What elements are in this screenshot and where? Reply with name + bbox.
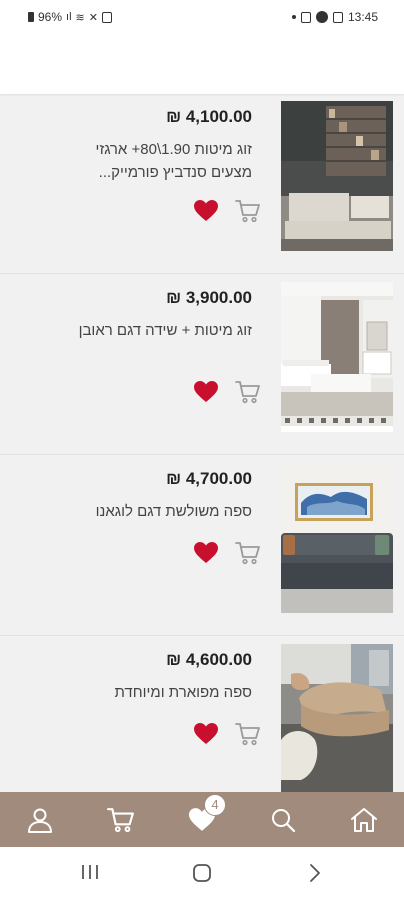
cart-icon — [107, 807, 135, 832]
product-price: ₪ 3,900.00 — [166, 288, 252, 307]
back-icon[interactable] — [308, 863, 322, 883]
product-image[interactable] — [281, 282, 393, 432]
status-right: 13:45 — [291, 10, 378, 24]
nav-account-button[interactable] — [20, 800, 60, 840]
product-price: ₪ 4,100.00 — [166, 107, 252, 126]
favorite-heart-icon[interactable] — [194, 381, 218, 403]
product-card[interactable]: ₪ 4,600.00 ספה מפוארת ומיוחדת — [0, 637, 404, 792]
app-header — [0, 36, 404, 94]
nav-search-button[interactable] — [263, 800, 303, 840]
product-title[interactable]: זוג מיטות 1.90\80+ ארגזי מצעים סנדביץ פו… — [52, 138, 252, 184]
sim-icon — [300, 11, 311, 23]
nfc-icon — [101, 11, 112, 23]
product-card[interactable]: ₪ 4,700.00 ספה משולשת דגם לוגאנו — [0, 456, 404, 636]
product-list[interactable]: ₪ 4,100.00 זוג מיטות 1.90\80+ ארגזי מצעי… — [0, 94, 404, 792]
clock: 13:45 — [347, 10, 378, 24]
nav-favorites-button[interactable]: 4 — [182, 793, 226, 840]
wifi-icon: ≋ — [75, 11, 85, 24]
add-to-cart-icon[interactable] — [235, 380, 261, 404]
status-bar: 96% ıl ≋ ✕ 13:45 — [0, 0, 404, 36]
product-price: ₪ 4,600.00 — [166, 650, 252, 669]
product-image[interactable] — [281, 644, 393, 792]
product-title[interactable]: ספה משולשת דגם לוגאנו — [52, 500, 252, 523]
nav-cart-button[interactable] — [101, 800, 141, 840]
search-icon — [271, 808, 295, 832]
home-button-icon[interactable] — [192, 863, 212, 883]
add-to-cart-icon[interactable] — [235, 541, 261, 565]
favorite-heart-icon[interactable] — [194, 723, 218, 745]
home-icon — [350, 807, 377, 832]
product-price: ₪ 4,700.00 — [166, 469, 252, 488]
battery-icon — [28, 12, 34, 22]
product-title[interactable]: ספה מפוארת ומיוחדת — [52, 681, 252, 704]
product-title[interactable]: זוג מיטות + שידה דגם ראובן — [52, 319, 252, 342]
user-icon — [28, 808, 53, 833]
favorites-count-badge: 4 — [203, 793, 226, 816]
mute-icon: ✕ — [88, 11, 98, 24]
nav-home-button[interactable] — [344, 800, 384, 840]
product-card[interactable]: ₪ 4,100.00 זוג מיטות 1.90\80+ ארגזי מצעי… — [0, 94, 404, 274]
signal-icon: ıl — [66, 11, 72, 23]
battery-level: 96% — [38, 10, 63, 24]
favorite-heart-icon[interactable] — [194, 200, 218, 222]
status-left: 96% ıl ≋ ✕ — [28, 10, 112, 24]
product-image[interactable] — [281, 101, 393, 251]
notification-dot-icon — [291, 15, 296, 19]
favorite-heart-icon[interactable] — [194, 542, 218, 564]
add-to-cart-icon[interactable] — [235, 199, 261, 223]
app-notification-icon — [315, 11, 328, 23]
system-nav-bar — [0, 847, 404, 900]
gallery-icon — [332, 11, 343, 23]
bottom-nav: 4 — [0, 792, 404, 847]
product-card[interactable]: ₪ 3,900.00 זוג מיטות + שידה דגם ראובן — [0, 275, 404, 455]
recent-apps-icon[interactable] — [80, 863, 100, 881]
add-to-cart-icon[interactable] — [235, 722, 261, 746]
product-image[interactable] — [281, 463, 393, 613]
